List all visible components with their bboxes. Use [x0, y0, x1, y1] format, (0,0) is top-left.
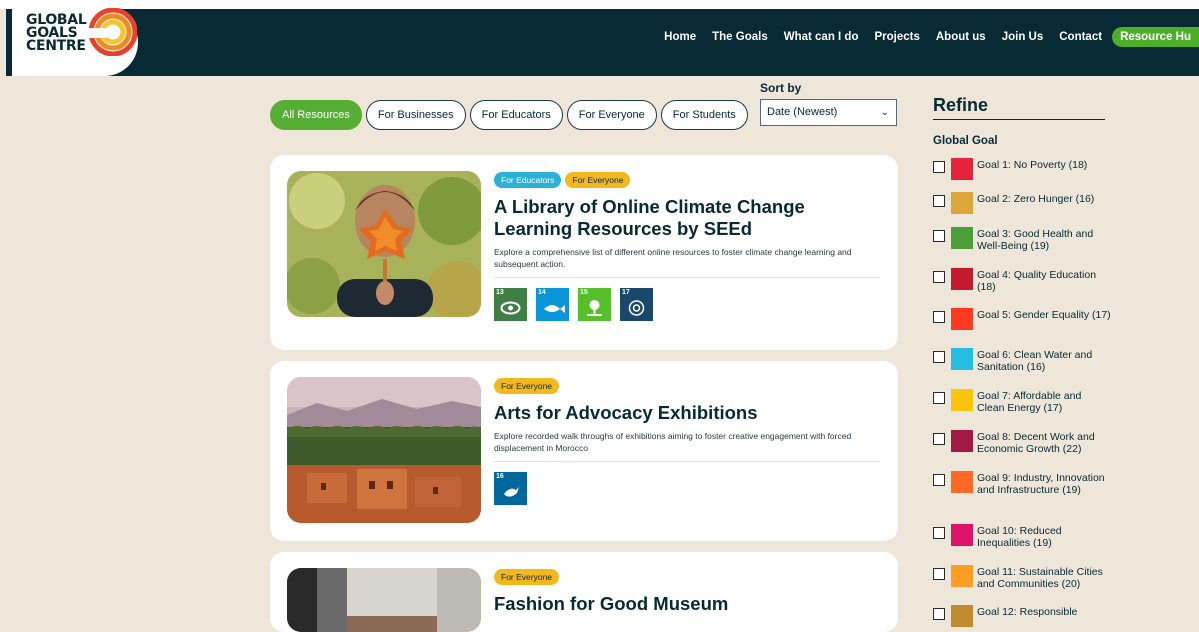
- checkbox[interactable]: [933, 568, 945, 580]
- nav-the-goals[interactable]: The Goals: [712, 31, 768, 43]
- tag-for-everyone[interactable]: For Everyone: [494, 378, 560, 394]
- sdg-icons: 13 14 15 17: [494, 288, 880, 321]
- nav-join-us[interactable]: Join Us: [1002, 31, 1044, 43]
- sort-select[interactable]: Date (Newest) ⌄: [760, 99, 897, 126]
- filter-for-educators[interactable]: For Educators: [469, 100, 563, 130]
- sdg-8-icon: [951, 430, 973, 452]
- sdg-5-icon: [951, 308, 973, 330]
- chevron-down-icon: ⌄: [880, 107, 889, 118]
- logo-rings-icon: [89, 8, 137, 56]
- sdg-7-icon: [951, 389, 973, 411]
- tag-list: For Educators For Everyone: [494, 172, 880, 188]
- card-body: For Educators For Everyone A Library of …: [494, 172, 880, 321]
- main-nav: Home The Goals What can I do Projects Ab…: [648, 27, 1199, 47]
- resource-card[interactable]: For Everyone Arts for Advocacy Exhibitio…: [270, 361, 898, 541]
- audience-filter: All Resources For Businesses For Educato…: [270, 100, 752, 130]
- filter-for-students[interactable]: For Students: [660, 100, 748, 130]
- logo[interactable]: GLOBAL GOALS CENTRE: [12, 8, 138, 76]
- checkbox[interactable]: [933, 271, 945, 283]
- nav-resource-hub-button[interactable]: Resource Hu: [1112, 27, 1199, 47]
- sdg-4-icon: [951, 268, 973, 290]
- sdg-12-icon: [951, 605, 973, 627]
- nav-about-us[interactable]: About us: [936, 31, 986, 43]
- refine-heading: Refine: [933, 95, 989, 115]
- tag-for-everyone[interactable]: For Everyone: [565, 172, 631, 188]
- filter-for-businesses[interactable]: For Businesses: [365, 100, 466, 130]
- checkbox[interactable]: [933, 433, 945, 445]
- sdg-6-icon: [951, 348, 973, 370]
- sdg-2-icon: [951, 192, 973, 214]
- sort-value: Date (Newest): [767, 106, 838, 118]
- checkbox[interactable]: [933, 311, 945, 323]
- site-header: GLOBAL GOALS CENTRE Home The Goals What …: [6, 8, 1199, 76]
- checkbox[interactable]: [933, 474, 945, 486]
- resource-image: [287, 568, 481, 632]
- checkbox[interactable]: [933, 351, 945, 363]
- sdg-16-icon[interactable]: 16: [494, 472, 527, 505]
- sdg-11-icon: [951, 565, 973, 587]
- sdg-icons: 16: [494, 472, 880, 505]
- checkbox[interactable]: [933, 527, 945, 539]
- card-title[interactable]: A Library of Online Climate Change Learn…: [494, 196, 880, 240]
- nav-projects[interactable]: Projects: [874, 31, 919, 43]
- card-description: Explore recorded walk throughs of exhibi…: [494, 431, 852, 453]
- sdg-15-icon[interactable]: 15: [578, 288, 611, 321]
- resource-card[interactable]: For Educators For Everyone A Library of …: [270, 155, 898, 350]
- sdg-13-icon[interactable]: 13: [494, 288, 527, 321]
- logo-text: GLOBAL GOALS CENTRE: [26, 12, 87, 54]
- checkbox[interactable]: [933, 195, 945, 207]
- filter-all-resources[interactable]: All Resources: [270, 100, 362, 130]
- resource-image: [287, 171, 481, 317]
- nav-contact[interactable]: Contact: [1059, 31, 1102, 43]
- sdg-9-icon: [951, 471, 973, 493]
- sdg-17-icon[interactable]: 17: [620, 288, 653, 321]
- checkbox[interactable]: [933, 161, 945, 173]
- tag-for-educators[interactable]: For Educators: [494, 172, 562, 188]
- card-body: For Everyone Fashion for Good Museum: [494, 569, 880, 621]
- resource-card[interactable]: For Everyone Fashion for Good Museum: [270, 552, 898, 632]
- filter-for-everyone[interactable]: For Everyone: [566, 100, 657, 130]
- sort-label: Sort by: [760, 81, 802, 95]
- card-title[interactable]: Arts for Advocacy Exhibitions: [494, 402, 880, 424]
- divider: [494, 461, 880, 462]
- tag-list: For Everyone: [494, 378, 880, 394]
- card-description: Explore a comprehensive list of differen…: [494, 247, 852, 269]
- top-strip: [0, 0, 1199, 9]
- sdg-3-icon: [951, 227, 973, 249]
- tag-list: For Everyone: [494, 569, 880, 585]
- checkbox[interactable]: [933, 392, 945, 404]
- card-body: For Everyone Arts for Advocacy Exhibitio…: [494, 378, 880, 505]
- card-title[interactable]: Fashion for Good Museum: [494, 593, 880, 615]
- resource-image: [287, 377, 481, 523]
- refine-divider: [933, 119, 1105, 120]
- checkbox[interactable]: [933, 608, 945, 620]
- nav-what-can-i-do[interactable]: What can I do: [784, 31, 859, 43]
- nav-home[interactable]: Home: [664, 31, 696, 43]
- divider: [494, 277, 880, 278]
- sdg-14-icon[interactable]: 14: [536, 288, 569, 321]
- sdg-1-icon: [951, 158, 973, 180]
- tag-for-everyone[interactable]: For Everyone: [494, 569, 560, 585]
- global-goal-label: Global Goal: [933, 135, 998, 147]
- checkbox[interactable]: [933, 230, 945, 242]
- sdg-10-icon: [951, 524, 973, 546]
